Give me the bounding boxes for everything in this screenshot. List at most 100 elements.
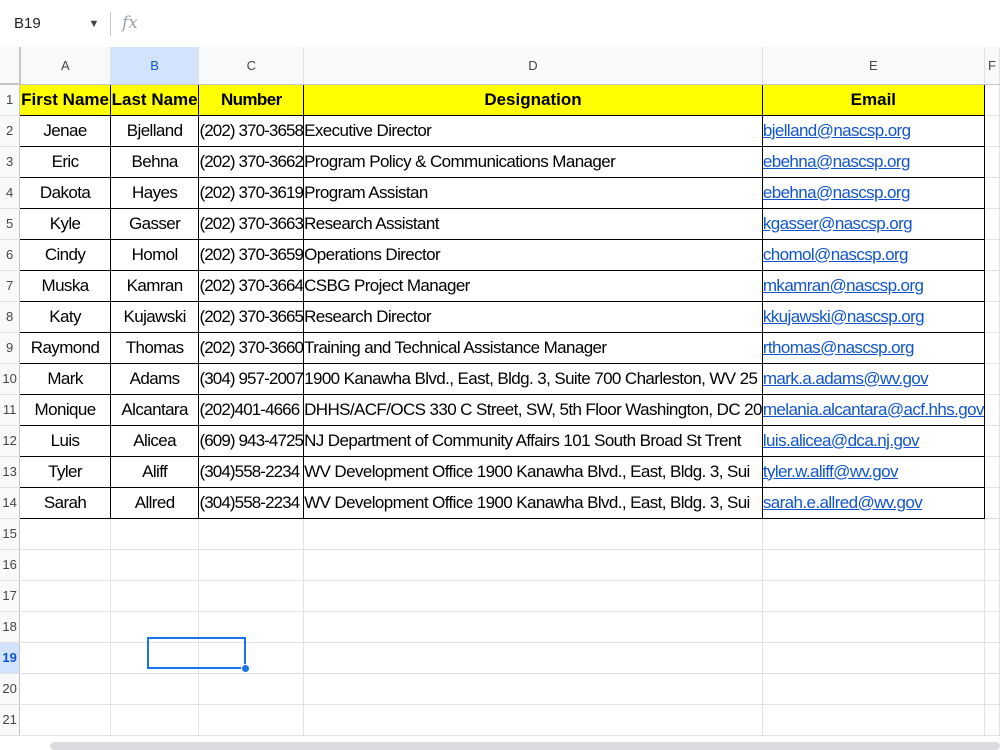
empty-cell[interactable] bbox=[110, 580, 200, 612]
row-header[interactable]: 15 bbox=[0, 518, 21, 550]
empty-cell[interactable] bbox=[984, 673, 1000, 705]
empty-cell[interactable] bbox=[110, 673, 200, 705]
table-cell[interactable]: Cindy bbox=[19, 238, 111, 271]
empty-cell[interactable] bbox=[984, 704, 1000, 736]
table-cell[interactable]: ebehna@nascsp.org bbox=[761, 176, 985, 209]
row-header[interactable]: 3 bbox=[0, 146, 21, 178]
table-cell[interactable]: Allred bbox=[109, 486, 200, 519]
table-cell[interactable]: melania.alcantara@acf.hhs.gov bbox=[761, 393, 985, 426]
empty-cell[interactable] bbox=[19, 642, 111, 674]
empty-cell[interactable] bbox=[198, 704, 305, 736]
table-cell[interactable]: Kyle bbox=[19, 207, 111, 240]
name-box[interactable]: B19 bbox=[14, 13, 74, 35]
table-cell[interactable]: Katy bbox=[19, 300, 111, 333]
table-cell[interactable]: Bjelland bbox=[109, 114, 200, 147]
column-header-b[interactable]: B bbox=[110, 47, 200, 85]
empty-cell[interactable] bbox=[984, 270, 1000, 302]
table-cell[interactable]: Kujawski bbox=[109, 300, 200, 333]
empty-cell[interactable] bbox=[19, 704, 111, 736]
table-cell[interactable]: Behna bbox=[109, 145, 200, 178]
row-header[interactable]: 8 bbox=[0, 301, 21, 333]
table-cell[interactable]: Hayes bbox=[109, 176, 200, 209]
table-cell[interactable]: Kamran bbox=[109, 269, 200, 302]
table-cell[interactable]: NJ Department of Community Affairs 101 S… bbox=[303, 424, 763, 457]
table-cell[interactable]: Sarah bbox=[19, 486, 111, 519]
empty-cell[interactable] bbox=[762, 580, 985, 612]
table-cell[interactable]: mark.a.adams@wv.gov bbox=[761, 362, 985, 395]
table-cell[interactable]: WV Development Office 1900 Kanawha Blvd.… bbox=[303, 455, 763, 488]
table-cell[interactable]: (202) 370-3659 bbox=[198, 238, 305, 271]
horizontal-scrollbar-thumb[interactable] bbox=[50, 742, 1000, 750]
empty-cell[interactable] bbox=[198, 580, 305, 612]
empty-cell[interactable] bbox=[984, 146, 1000, 178]
row-header[interactable]: 11 bbox=[0, 394, 21, 426]
empty-cell[interactable] bbox=[984, 456, 1000, 488]
table-cell[interactable]: luis.alicea@dca.nj.gov bbox=[761, 424, 985, 457]
empty-cell[interactable] bbox=[110, 642, 200, 674]
empty-cell[interactable] bbox=[303, 549, 763, 581]
row-header[interactable]: 9 bbox=[0, 332, 21, 364]
table-cell[interactable]: Mark bbox=[19, 362, 111, 395]
email-link[interactable]: sarah.e.allred@wv.gov bbox=[763, 493, 922, 513]
email-link[interactable]: kkujawski@nascsp.org bbox=[763, 307, 924, 327]
email-link[interactable]: ebehna@nascsp.org bbox=[763, 152, 910, 172]
table-cell[interactable]: Adams bbox=[109, 362, 200, 395]
table-cell[interactable]: 1900 Kanawha Blvd., East, Bldg. 3, Suite… bbox=[303, 362, 763, 395]
table-cell[interactable]: (202) 370-3660 bbox=[198, 331, 305, 364]
empty-cell[interactable] bbox=[984, 642, 1000, 674]
row-header[interactable]: 14 bbox=[0, 487, 21, 519]
email-link[interactable]: kgasser@nascsp.org bbox=[763, 214, 912, 234]
table-cell[interactable]: Jenae bbox=[19, 114, 111, 147]
row-header[interactable]: 20 bbox=[0, 673, 21, 705]
table-cell[interactable]: Dakota bbox=[19, 176, 111, 209]
table-cell[interactable]: (202)401-4666 bbox=[198, 393, 305, 426]
empty-cell[interactable] bbox=[984, 301, 1000, 333]
row-header[interactable]: 13 bbox=[0, 456, 21, 488]
empty-cell[interactable] bbox=[762, 518, 985, 550]
row-header[interactable]: 19 bbox=[0, 642, 21, 674]
table-cell[interactable]: Research Assistant bbox=[303, 207, 763, 240]
empty-cell[interactable] bbox=[984, 239, 1000, 271]
header-cell[interactable]: Designation bbox=[303, 83, 763, 116]
table-cell[interactable]: (202) 370-3665 bbox=[198, 300, 305, 333]
table-cell[interactable]: Raymond bbox=[19, 331, 111, 364]
table-cell[interactable]: Executive Director bbox=[303, 114, 763, 147]
table-cell[interactable]: Monique bbox=[19, 393, 111, 426]
empty-cell[interactable] bbox=[984, 611, 1000, 643]
empty-cell[interactable] bbox=[984, 518, 1000, 550]
table-cell[interactable]: sarah.e.allred@wv.gov bbox=[761, 486, 985, 519]
empty-cell[interactable] bbox=[303, 611, 763, 643]
row-header[interactable]: 4 bbox=[0, 177, 21, 209]
empty-cell[interactable] bbox=[984, 332, 1000, 364]
table-cell[interactable]: mkamran@nascsp.org bbox=[761, 269, 985, 302]
row-header[interactable]: 1 bbox=[0, 84, 21, 116]
empty-cell[interactable] bbox=[198, 642, 305, 674]
table-cell[interactable]: (304)558-2234 bbox=[198, 486, 305, 519]
table-cell[interactable]: (202) 370-3658 bbox=[198, 114, 305, 147]
fill-handle[interactable] bbox=[241, 664, 250, 673]
table-cell[interactable]: Gasser bbox=[109, 207, 200, 240]
empty-cell[interactable] bbox=[198, 611, 305, 643]
email-link[interactable]: rthomas@nascsp.org bbox=[763, 338, 914, 358]
table-cell[interactable]: Aliff bbox=[109, 455, 200, 488]
table-cell[interactable]: Research Director bbox=[303, 300, 763, 333]
column-header-e[interactable]: E bbox=[762, 47, 985, 85]
formula-input[interactable] bbox=[150, 12, 990, 36]
header-cell[interactable]: Number bbox=[198, 83, 305, 116]
empty-cell[interactable] bbox=[19, 611, 111, 643]
empty-cell[interactable] bbox=[984, 580, 1000, 612]
empty-cell[interactable] bbox=[984, 394, 1000, 426]
table-cell[interactable]: tyler.w.aliff@wv.gov bbox=[761, 455, 985, 488]
select-all-corner[interactable] bbox=[0, 47, 21, 85]
table-cell[interactable]: Eric bbox=[19, 145, 111, 178]
empty-cell[interactable] bbox=[762, 642, 985, 674]
row-header[interactable]: 2 bbox=[0, 115, 21, 147]
table-cell[interactable]: (609) 943-4725 bbox=[198, 424, 305, 457]
row-header[interactable]: 21 bbox=[0, 704, 21, 736]
table-cell[interactable]: Tyler bbox=[19, 455, 111, 488]
email-link[interactable]: mark.a.adams@wv.gov bbox=[763, 369, 928, 389]
table-cell[interactable]: Program Assistan bbox=[303, 176, 763, 209]
empty-cell[interactable] bbox=[303, 518, 763, 550]
table-cell[interactable]: (202) 370-3664 bbox=[198, 269, 305, 302]
table-cell[interactable]: (304) 957-2007 bbox=[198, 362, 305, 395]
